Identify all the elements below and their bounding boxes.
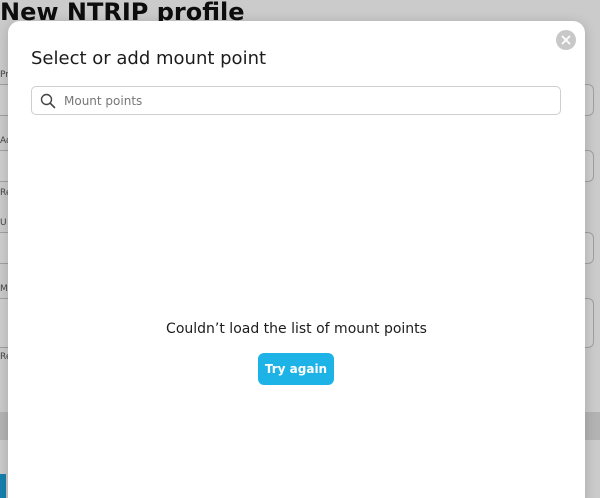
- load-error-message: Couldn’t load the list of mount points: [166, 321, 427, 337]
- search-icon: [40, 93, 56, 109]
- dialog-title: Select or add mount point: [31, 48, 267, 69]
- mount-point-dialog: Select or add mount point Couldn’t load …: [8, 21, 585, 498]
- search-box[interactable]: [31, 86, 561, 115]
- close-button[interactable]: [556, 30, 576, 50]
- try-again-button[interactable]: Try again: [258, 353, 334, 385]
- close-icon: [561, 35, 571, 45]
- mount-points-search-input[interactable]: [64, 87, 554, 114]
